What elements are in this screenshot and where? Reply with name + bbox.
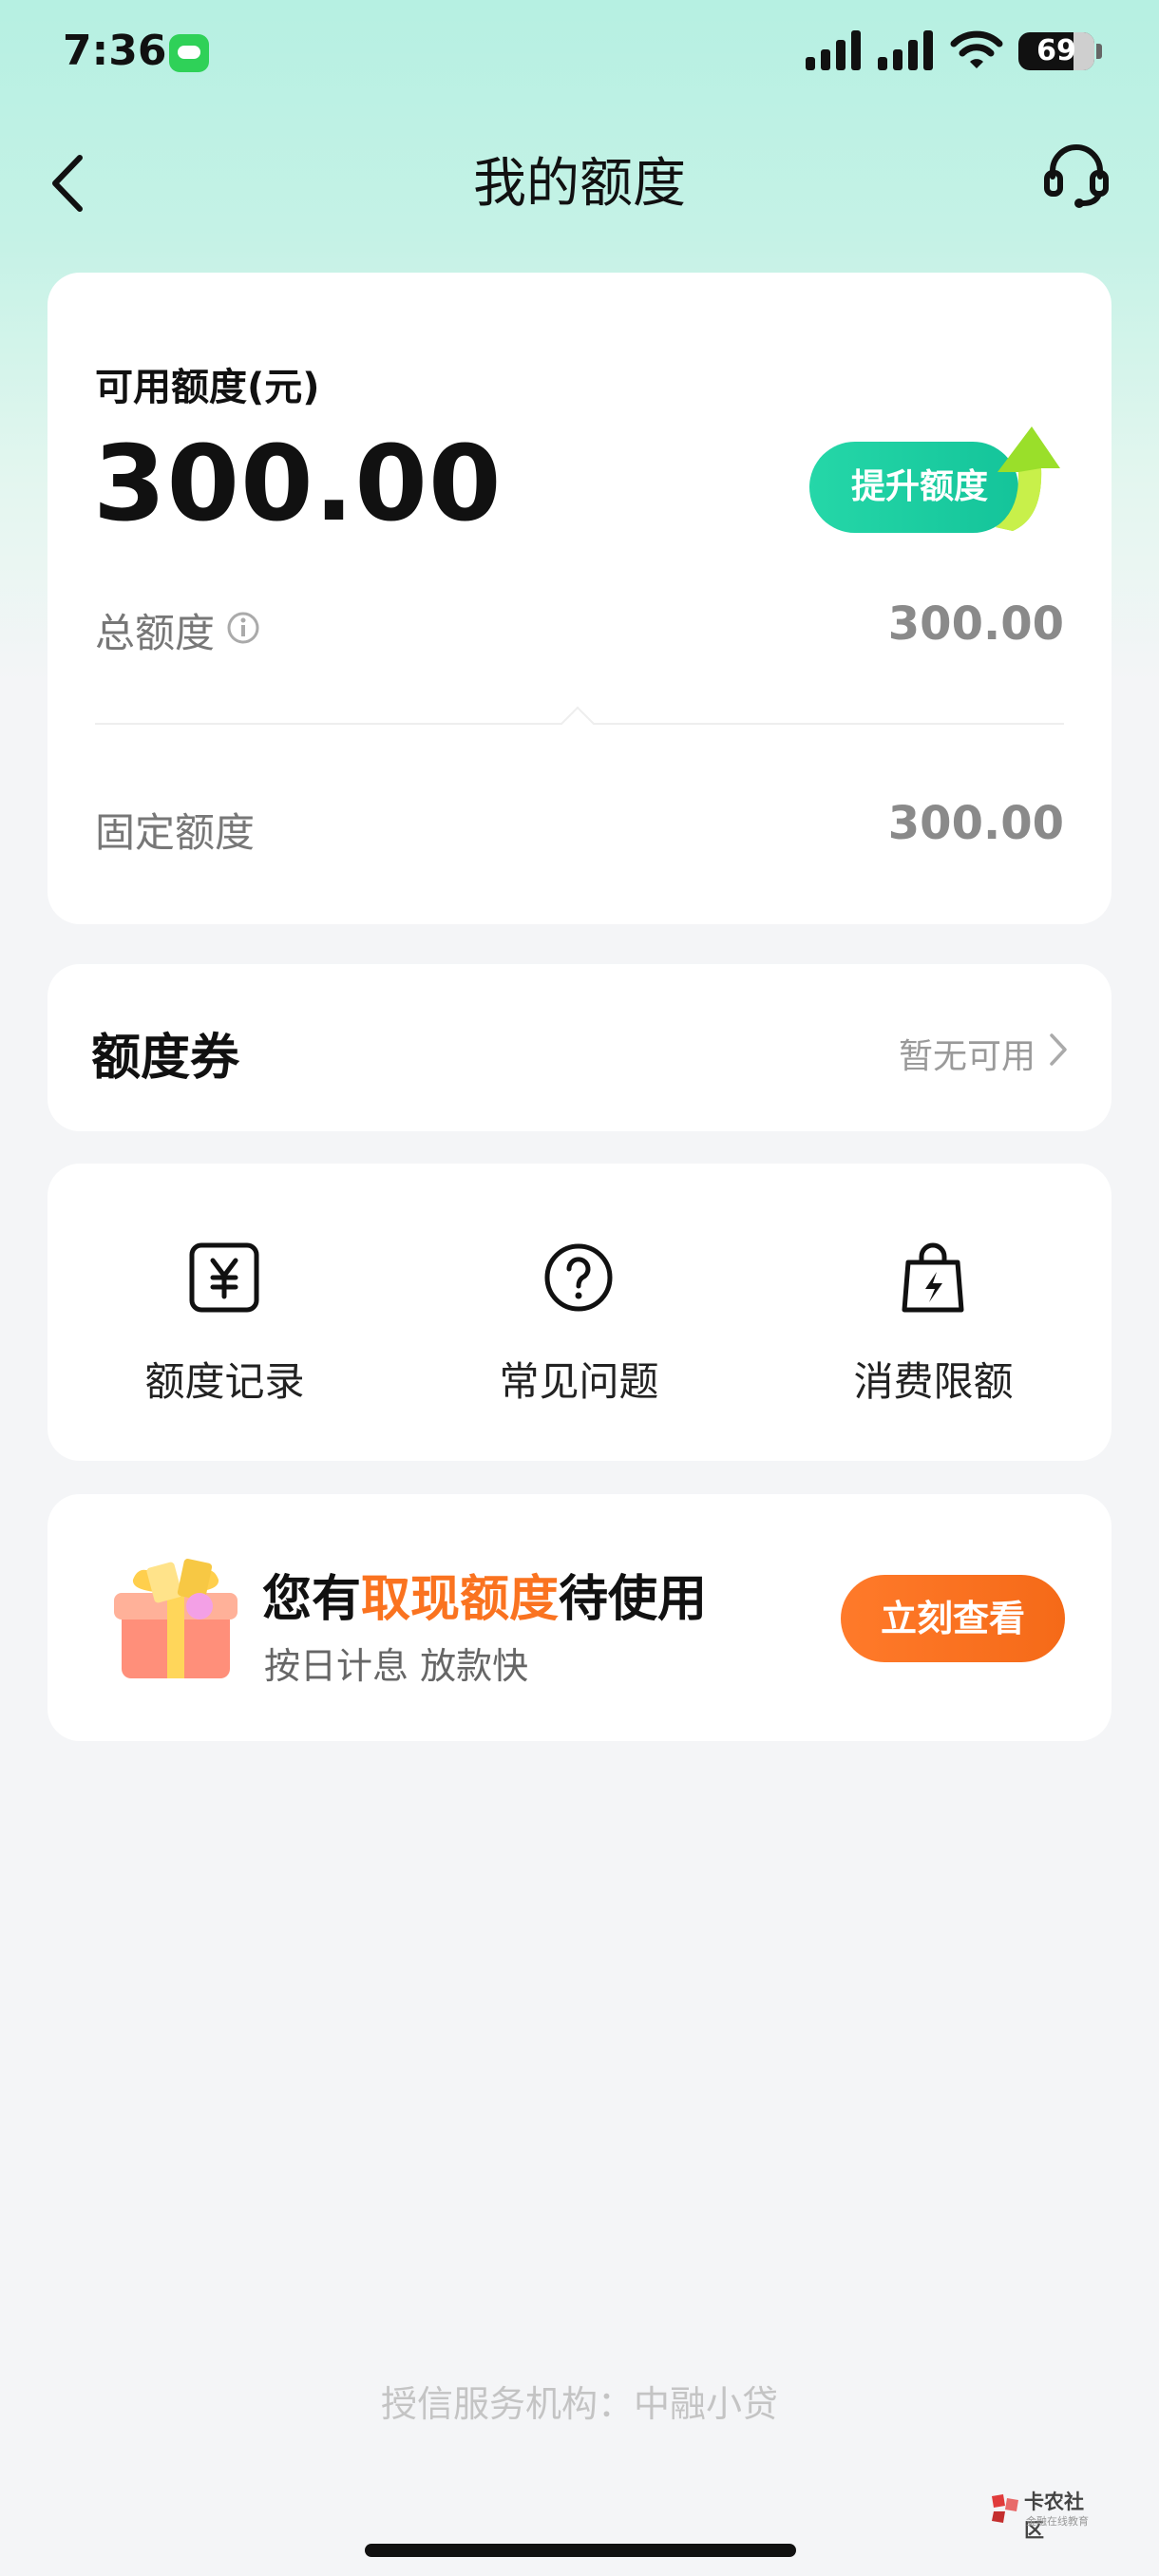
watermark-subtitle: 金融在线教育 [1026, 2515, 1089, 2528]
shortcut-faq[interactable]: 常见问题 [402, 1164, 756, 1461]
fixed-credit-label: 固定额度 [95, 809, 256, 856]
promo-title-prefix: 您有 [262, 1571, 362, 1628]
wifi-icon [950, 30, 1003, 68]
shortcut-spending-limit[interactable]: 消费限额 [756, 1164, 1111, 1461]
credit-limit-card: 可用额度(元) 300.00 提升额度 总额度 300.00 固定额度 300.… [48, 273, 1112, 924]
total-credit-label: 总额度 [95, 610, 216, 656]
watermark: 卡农社区 金融在线教育 [988, 2487, 1102, 2542]
battery-cap [1096, 44, 1102, 59]
credit-institution-text: 授信服务机构：中融小贷 [380, 2383, 778, 2425]
cellular-signal-icon-2 [878, 30, 933, 70]
status-time: 7:36 [63, 27, 167, 75]
messages-app-icon [169, 34, 209, 72]
battery-icon: 69 [1018, 32, 1094, 70]
coupon-status: 暂无可用 [898, 1037, 1036, 1076]
watermark-logo-icon [992, 2494, 1018, 2523]
available-credit-amount: 300.00 [93, 423, 503, 544]
cash-advance-promo-card[interactable]: 您有取现额度待使用 按日计息 放款快 立刻查看 [48, 1494, 1112, 1741]
shortcuts-card: 额度记录 常见问题 消费限额 [48, 1164, 1112, 1461]
yuan-record-icon [189, 1242, 259, 1313]
divider-notch [560, 706, 596, 742]
shortcut-label: 常见问题 [499, 1358, 659, 1405]
coupon-title: 额度券 [91, 1030, 240, 1087]
available-credit-label: 可用额度(元) [95, 366, 320, 409]
shortcut-label: 消费限额 [853, 1358, 1014, 1405]
home-indicator[interactable] [365, 2544, 796, 2557]
promo-title: 您有取现额度待使用 [262, 1559, 707, 1630]
status-bar: 7:36 69 [0, 0, 1159, 104]
page-title: 我的额度 [473, 153, 686, 215]
info-icon[interactable] [226, 611, 260, 645]
view-now-button[interactable]: 立刻查看 [841, 1575, 1065, 1662]
credit-coupon-row[interactable]: 额度券 暂无可用 [48, 964, 1112, 1131]
promo-title-suffix: 待使用 [559, 1571, 708, 1628]
gift-box-icon [114, 1559, 238, 1678]
fixed-credit-value: 300.00 [887, 797, 1064, 850]
promo-subtitle: 按日计息 放款快 [264, 1645, 529, 1687]
customer-service-headset-icon[interactable] [1041, 141, 1112, 211]
total-credit-value: 300.00 [887, 597, 1064, 651]
shortcut-label: 额度记录 [144, 1358, 305, 1405]
shopping-bag-lightning-icon [902, 1242, 964, 1313]
up-arrow-icon [996, 426, 1060, 531]
cellular-signal-icon [806, 30, 861, 70]
shortcut-credit-record[interactable]: 额度记录 [48, 1164, 402, 1461]
battery-level: 69 [1036, 34, 1076, 67]
question-icon [544, 1243, 613, 1312]
promo-title-highlight: 取现额度 [361, 1571, 560, 1628]
chevron-right-icon [1050, 1033, 1067, 1066]
